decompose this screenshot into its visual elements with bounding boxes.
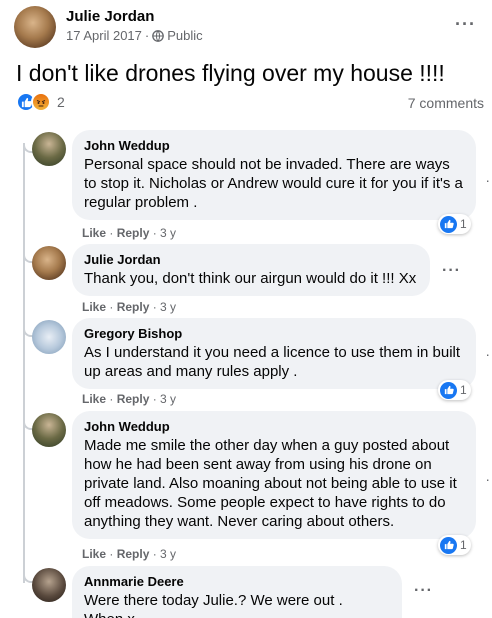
commenter-avatar[interactable] [32,320,66,354]
comment-more-icon[interactable]: · [485,346,490,362]
globe-icon [152,29,165,42]
commenter-name[interactable]: John Weddup [84,419,464,434]
post-header: Julie Jordan 17 April 2017 · Public ··· [14,6,484,50]
thumbs-up-icon [440,536,457,554]
post-meta: 17 April 2017 · Public [66,28,203,43]
comment-like-count: 1 [460,217,467,231]
comment-text: Thank you, don't think our airgun would … [84,270,417,287]
commenter-name[interactable]: Annmarie Deere [84,574,390,589]
comment-bubble: John Weddup Personal space should not be… [72,130,476,220]
comment-text: As I understand it you need a licence to… [84,344,461,380]
comment-actions: Like · Reply · 3 y [82,226,177,240]
reply-link[interactable]: Reply [117,300,150,314]
comment-actions: Like · Reply · 3 y [82,547,177,561]
thumbs-up-icon [440,381,457,399]
comment-more-icon[interactable]: ··· [414,582,433,600]
comment-text: Personal space should not be invaded. Th… [84,156,463,211]
comment-actions: Like · Reply · 3 y [82,392,177,406]
commenter-avatar[interactable] [32,246,66,280]
comment-more-icon[interactable]: · [485,172,490,188]
like-link[interactable]: Like [82,300,106,314]
comment-time[interactable]: 3 y [160,392,176,406]
comment-like-badge[interactable]: 1 [438,380,471,400]
post-date[interactable]: 17 April 2017 [66,28,142,43]
meta-separator: · [144,28,150,43]
comment-more-icon[interactable]: ··· [442,262,461,280]
author-avatar[interactable] [14,6,56,48]
thumbs-up-icon [440,215,457,233]
comment-bubble: Julie Jordan Thank you, don't think our … [72,244,430,296]
comment-time[interactable]: 3 y [160,300,176,314]
comment-actions: Like · Reply · 3 y [82,300,177,314]
comment-like-count: 1 [460,538,467,552]
commenter-name[interactable]: John Weddup [84,138,464,153]
reply-link[interactable]: Reply [117,392,150,406]
thread-line [23,143,25,583]
comments-count[interactable]: 7 comments [408,95,484,111]
reply-link[interactable]: Reply [117,226,150,240]
comment-more-icon[interactable]: · [485,471,490,487]
comment-like-badge[interactable]: 1 [438,535,471,555]
commenter-name[interactable]: Julie Jordan [84,252,418,267]
commenter-avatar[interactable] [32,413,66,447]
privacy-label: Public [167,28,203,43]
reaction-count[interactable]: 2 [57,94,65,110]
like-link[interactable]: Like [82,547,106,561]
comment-bubble: John Weddup Made me smile the other day … [72,411,476,539]
comment-bubble: Gregory Bishop As I understand it you ne… [72,318,476,389]
comment-like-badge[interactable]: 1 [438,214,471,234]
comment-text: Made me smile the other day when a guy p… [84,437,457,530]
post-text: I don't like drones flying over my house… [16,60,445,86]
like-link[interactable]: Like [82,392,106,406]
post-more-icon[interactable]: ··· [455,14,476,35]
angry-face-icon [31,92,51,112]
comment-time[interactable]: 3 y [160,226,176,240]
comment-time[interactable]: 3 y [160,547,176,561]
reactions-summary[interactable]: 2 [16,92,65,112]
comment-like-count: 1 [460,383,467,397]
commenter-name[interactable]: Gregory Bishop [84,326,464,341]
commenter-avatar[interactable] [32,132,66,166]
reply-link[interactable]: Reply [117,547,150,561]
commenter-avatar[interactable] [32,568,66,602]
post-author[interactable]: Julie Jordan [66,8,154,25]
comment-text: Were there today Julie.? We were out . W… [84,592,343,618]
like-link[interactable]: Like [82,226,106,240]
comment-bubble: Annmarie Deere Were there today Julie.? … [72,566,402,618]
